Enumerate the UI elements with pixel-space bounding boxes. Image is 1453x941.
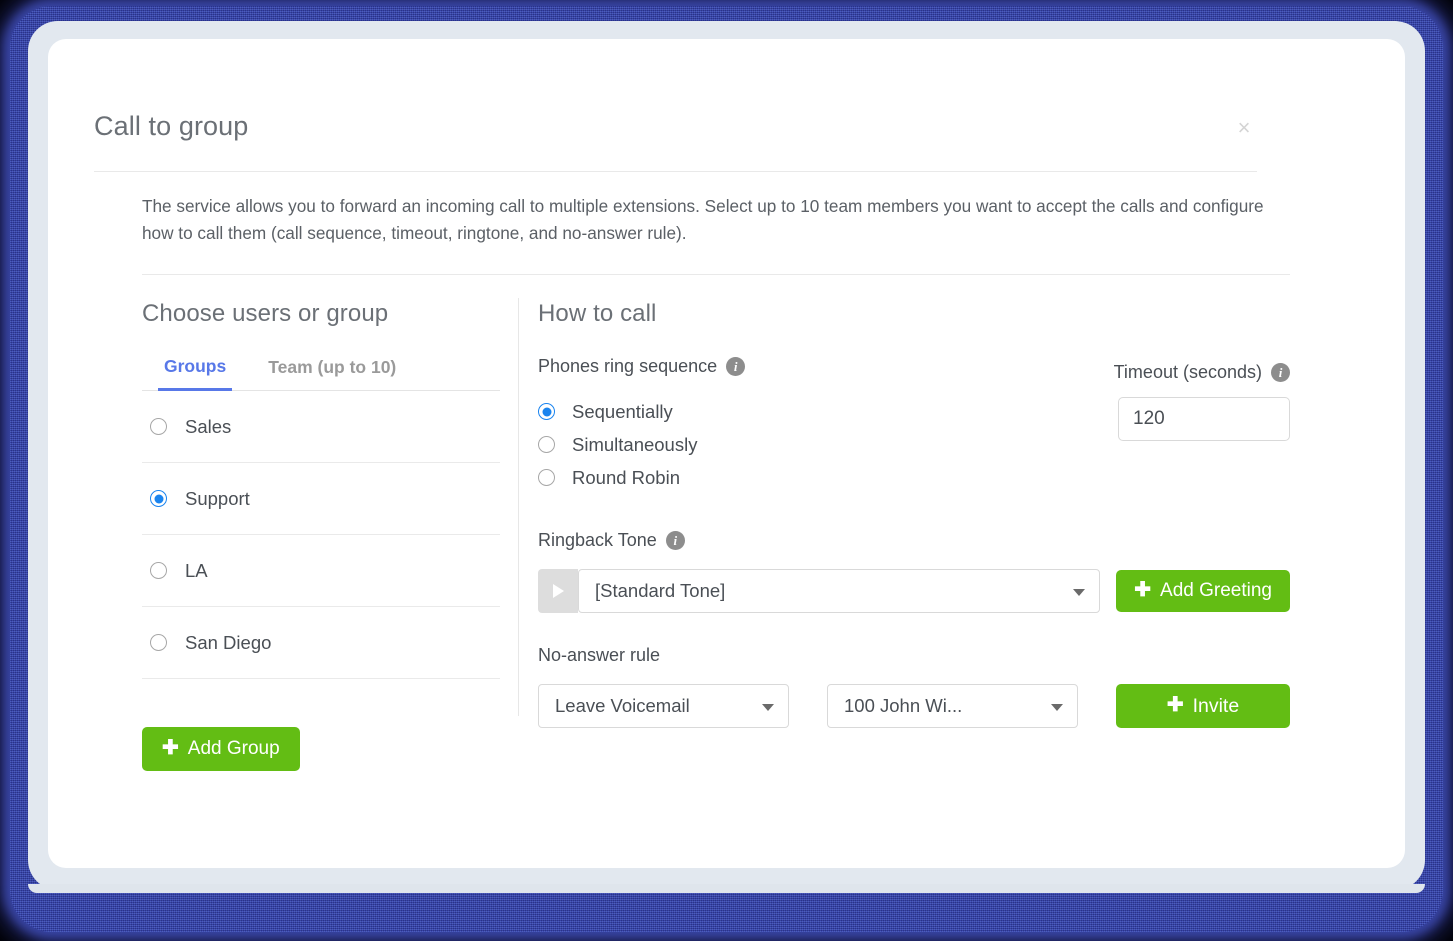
no-answer-row: Leave Voicemail 100 John Wi... ✚ Invite	[538, 684, 1290, 728]
plus-icon: ✚	[162, 737, 179, 759]
ringback-tone-select[interactable]: [Standard Tone]	[578, 569, 1101, 613]
ringback-row: [Standard Tone] ✚ Add Greeting	[538, 569, 1290, 613]
ring-sequence-label: Phones ring sequence	[538, 356, 718, 376]
modal-description: The service allows you to forward an inc…	[142, 196, 1264, 243]
no-answer-section: No-answer rule Leave Voicemail 100 John …	[538, 645, 1290, 728]
radio-icon-round-robin[interactable]	[538, 469, 555, 486]
how-to-call-heading: How to call	[538, 300, 657, 327]
add-greeting-button[interactable]: ✚ Add Greeting	[1116, 570, 1290, 612]
window-frame-bottom-strip	[28, 884, 1425, 893]
info-icon-timeout[interactable]: i	[1271, 363, 1290, 382]
group-option-support[interactable]: Support	[142, 463, 500, 535]
timeout-label-row: Timeout (seconds) i	[1104, 362, 1290, 383]
group-label-sales: Sales	[185, 415, 232, 437]
no-answer-target-select[interactable]: 100 John Wi...	[827, 684, 1078, 728]
group-label-san-diego: San Diego	[185, 631, 272, 653]
ring-option-label-round-robin: Round Robin	[572, 466, 680, 488]
group-label-support: Support	[185, 487, 250, 509]
radio-icon-san-diego[interactable]	[150, 634, 167, 651]
info-icon-ringback[interactable]: i	[665, 531, 685, 550]
no-answer-target-value: 100 John Wi...	[844, 695, 963, 716]
invite-label: Invite	[1192, 694, 1240, 717]
close-icon[interactable]: ×	[1231, 115, 1257, 141]
add-greeting-label: Add Greeting	[1160, 580, 1272, 601]
group-option-sales[interactable]: Sales	[142, 391, 500, 463]
description-divider	[142, 274, 1290, 275]
group-option-la[interactable]: LA	[142, 535, 500, 607]
group-label-la: LA	[185, 559, 208, 581]
play-icon[interactable]	[538, 569, 578, 613]
radio-icon-support[interactable]	[150, 490, 167, 507]
chevron-down-icon-rule	[762, 704, 774, 711]
no-answer-label: No-answer rule	[538, 645, 661, 665]
chevron-down-icon-ringback	[1073, 589, 1086, 596]
choose-users-panel: Choose users or group Groups Team (up to…	[142, 300, 500, 679]
ring-option-round-robin[interactable]: Round Robin	[538, 461, 1290, 494]
no-answer-rule-value: Leave Voicemail	[555, 695, 690, 716]
invite-button[interactable]: ✚ Invite	[1116, 684, 1290, 728]
group-radio-list: Sales Support LA San Diego	[142, 391, 500, 679]
add-group-container: ✚ Add Group	[142, 727, 300, 771]
info-icon-ring-sequence[interactable]: i	[726, 357, 746, 376]
ringback-section: Ringback Tone i [Standard Tone] ✚ Add Gr…	[538, 530, 1290, 613]
radio-icon-simultaneously[interactable]	[538, 436, 555, 453]
ring-option-label-sequentially: Sequentially	[572, 400, 673, 422]
play-triangle-icon	[552, 584, 564, 598]
timeout-block: Timeout (seconds) i	[1104, 362, 1290, 441]
tab-groups[interactable]: Groups	[158, 356, 233, 391]
add-group-label: Add Group	[187, 738, 280, 759]
screen-background: Call to group × The service allows you t…	[0, 0, 1453, 941]
ringback-label: Ringback Tone	[538, 530, 657, 550]
add-group-button[interactable]: ✚ Add Group	[142, 727, 300, 771]
timeout-label: Timeout (seconds)	[1113, 362, 1262, 382]
ringback-player-select: [Standard Tone]	[538, 569, 1101, 613]
no-answer-rule-select[interactable]: Leave Voicemail	[538, 684, 789, 728]
modal-header: Call to group ×	[94, 75, 1257, 172]
group-option-san-diego[interactable]: San Diego	[142, 607, 500, 679]
tab-team[interactable]: Team (up to 10)	[262, 356, 402, 390]
ringback-tone-value: [Standard Tone]	[595, 580, 726, 601]
ringback-label-row: Ringback Tone i	[538, 530, 1290, 551]
no-answer-label-row: No-answer rule	[538, 645, 1290, 666]
plus-icon-add-greeting: ✚	[1134, 579, 1152, 601]
group-tabs: Groups Team (up to 10)	[142, 356, 500, 391]
page-title: Call to group	[94, 111, 249, 141]
chevron-down-icon-target	[1051, 704, 1063, 711]
how-to-call-panel: How to call Phones ring sequence i Seque…	[538, 300, 1290, 728]
choose-users-heading: Choose users or group	[142, 300, 389, 327]
column-divider	[518, 298, 519, 716]
ring-option-label-simultaneously: Simultaneously	[572, 433, 698, 455]
plus-icon-invite: ✚	[1166, 694, 1184, 716]
radio-icon-la[interactable]	[150, 562, 167, 579]
radio-icon-sales[interactable]	[150, 418, 167, 435]
radio-icon-sequentially[interactable]	[538, 403, 555, 420]
timeout-input[interactable]	[1118, 397, 1290, 441]
